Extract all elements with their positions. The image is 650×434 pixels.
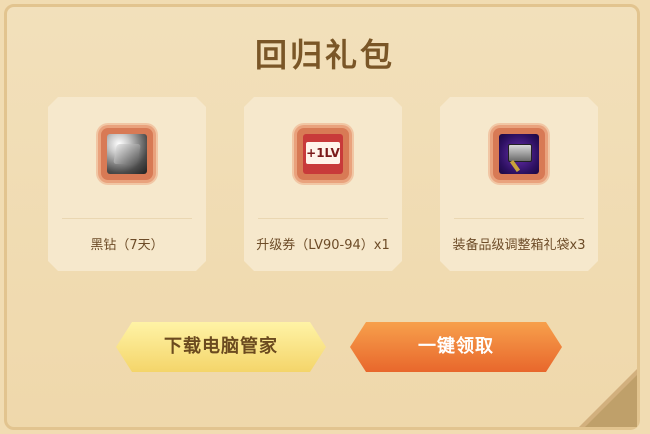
card-divider bbox=[62, 218, 192, 219]
download-pc-manager-button[interactable]: 下载电脑管家 bbox=[116, 322, 326, 372]
reward-card-equipment-box: 装备品级调整箱礼袋x3 bbox=[440, 97, 598, 271]
reward-label: 装备品级调整箱礼袋x3 bbox=[452, 238, 586, 253]
reward-card-black-diamond: 黑钻（7天） bbox=[48, 97, 206, 271]
card-divider bbox=[454, 218, 584, 219]
corner-fold-shadow bbox=[585, 375, 637, 427]
claim-all-button[interactable]: 一键领取 bbox=[350, 322, 562, 372]
ticket-badge: +1LV bbox=[306, 142, 340, 164]
black-diamond-icon bbox=[101, 128, 153, 180]
reward-label: 黑钻（7天） bbox=[90, 238, 164, 253]
equipment-grade-box-icon bbox=[493, 128, 545, 180]
level-up-ticket-icon: +1LV bbox=[297, 128, 349, 180]
reward-label: 升级券（LV90-94）x1 bbox=[256, 238, 390, 253]
reward-card-upgrade-ticket: +1LV 升级券（LV90-94）x1 bbox=[244, 97, 402, 271]
card-divider bbox=[258, 218, 388, 219]
page-title: 回归礼包 bbox=[254, 36, 395, 74]
